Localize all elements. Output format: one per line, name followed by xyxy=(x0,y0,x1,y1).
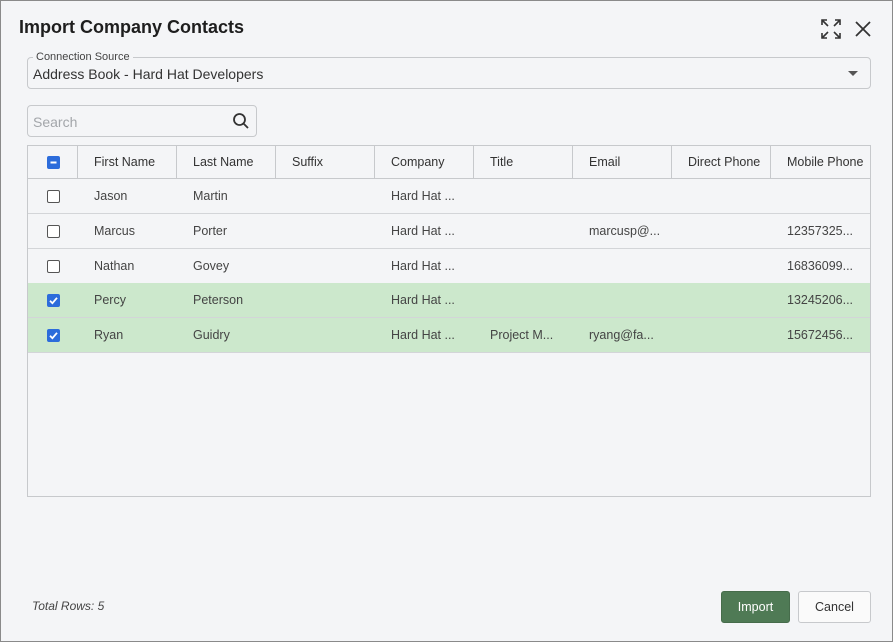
cell-first-name: Nathan xyxy=(94,259,135,273)
row-checkbox-cell xyxy=(28,249,78,283)
cell-suffix xyxy=(276,249,375,283)
import-button[interactable]: Import xyxy=(721,591,790,623)
search-box xyxy=(27,105,257,137)
close-icon[interactable] xyxy=(851,17,875,41)
column-header-suffix[interactable]: Suffix xyxy=(276,146,375,178)
table-row[interactable]: Percy Peterson Hard Hat ... 13245206... xyxy=(28,283,870,318)
cell-last-name: Govey xyxy=(193,259,230,273)
cell-last-name: Guidry xyxy=(193,328,230,342)
total-rows-count: Total Rows: 5 xyxy=(32,599,105,613)
cell-mobile-phone xyxy=(771,179,870,213)
row-checkbox[interactable] xyxy=(47,328,60,342)
cell-suffix xyxy=(276,179,375,213)
search-input[interactable] xyxy=(33,112,223,132)
grid-header-row: First Name Last Name Suffix Company Titl… xyxy=(28,146,870,179)
cell-first-name: Jason xyxy=(94,189,128,203)
cell-email xyxy=(573,249,672,283)
cell-title xyxy=(474,214,573,248)
cell-suffix xyxy=(276,283,375,317)
cell-first-name: Percy xyxy=(94,293,126,307)
import-contacts-dialog: Import Company Contacts Connection Sourc… xyxy=(0,0,893,642)
contacts-grid: First Name Last Name Suffix Company Titl… xyxy=(27,145,871,497)
cell-email: ryang@fa... xyxy=(589,328,654,342)
cell-email: marcusp@... xyxy=(589,224,661,238)
table-row[interactable]: Marcus Porter Hard Hat ... marcusp@... 1… xyxy=(28,214,870,249)
cell-suffix xyxy=(276,318,375,352)
cell-last-name: Peterson xyxy=(193,293,244,307)
row-checkbox[interactable] xyxy=(47,259,60,273)
cell-first-name: Ryan xyxy=(94,328,124,342)
column-header-title[interactable]: Title xyxy=(474,146,573,178)
cell-title xyxy=(474,179,573,213)
cell-title: Project M... xyxy=(490,328,554,342)
cancel-button[interactable]: Cancel xyxy=(798,591,871,623)
row-checkbox[interactable] xyxy=(47,189,60,203)
cell-direct-phone xyxy=(672,214,771,248)
cell-direct-phone xyxy=(672,179,771,213)
cell-suffix xyxy=(276,214,375,248)
table-row[interactable]: Ryan Guidry Hard Hat ... Project M... ry… xyxy=(28,318,870,353)
row-checkbox-cell xyxy=(28,318,78,352)
dialog-title: Import Company Contacts xyxy=(19,17,245,37)
row-checkbox-cell xyxy=(28,283,78,317)
cell-company: Hard Hat ... xyxy=(391,189,455,203)
cell-first-name: Marcus xyxy=(94,224,135,238)
column-header-last-name[interactable]: Last Name xyxy=(177,146,276,178)
column-header-direct-phone[interactable]: Direct Phone xyxy=(672,146,771,178)
cell-last-name: Porter xyxy=(193,224,228,238)
cell-company: Hard Hat ... xyxy=(391,224,455,238)
row-checkbox[interactable] xyxy=(47,293,60,307)
row-checkbox-cell xyxy=(28,179,78,213)
search-icon[interactable] xyxy=(232,112,250,135)
connection-source-label: Connection Source xyxy=(33,51,133,63)
row-checkbox-cell xyxy=(28,214,78,248)
cell-company: Hard Hat ... xyxy=(391,328,455,342)
connection-source-select[interactable]: Connection Source Address Book - Hard Ha… xyxy=(27,51,871,89)
cell-company: Hard Hat ... xyxy=(391,259,455,273)
expand-icon[interactable] xyxy=(819,17,843,41)
table-row[interactable]: Jason Martin Hard Hat ... xyxy=(28,179,870,214)
select-all-checkbox[interactable] xyxy=(47,155,60,169)
chevron-down-icon xyxy=(848,71,858,76)
column-header-email[interactable]: Email xyxy=(573,146,672,178)
column-header-first-name[interactable]: First Name xyxy=(78,146,177,178)
cell-email xyxy=(573,179,672,213)
column-header-mobile-phone[interactable]: Mobile Phone xyxy=(771,146,870,178)
table-row[interactable]: Nathan Govey Hard Hat ... 16836099... xyxy=(28,249,870,284)
select-all-cell xyxy=(28,146,78,178)
cell-direct-phone xyxy=(672,249,771,283)
cell-mobile-phone: 12357325... xyxy=(787,224,854,238)
cell-title xyxy=(474,283,573,317)
column-header-company[interactable]: Company xyxy=(375,146,474,178)
cell-email xyxy=(573,283,672,317)
cell-last-name: Martin xyxy=(193,189,228,203)
cell-mobile-phone: 15672456... xyxy=(787,328,854,342)
cell-mobile-phone: 13245206... xyxy=(787,293,854,307)
cell-company: Hard Hat ... xyxy=(391,293,455,307)
connection-source-value: Address Book - Hard Hat Developers xyxy=(33,66,264,82)
cell-direct-phone xyxy=(672,318,771,352)
row-checkbox[interactable] xyxy=(47,224,60,238)
cell-mobile-phone: 16836099... xyxy=(787,259,854,273)
cell-direct-phone xyxy=(672,283,771,317)
cell-title xyxy=(474,249,573,283)
